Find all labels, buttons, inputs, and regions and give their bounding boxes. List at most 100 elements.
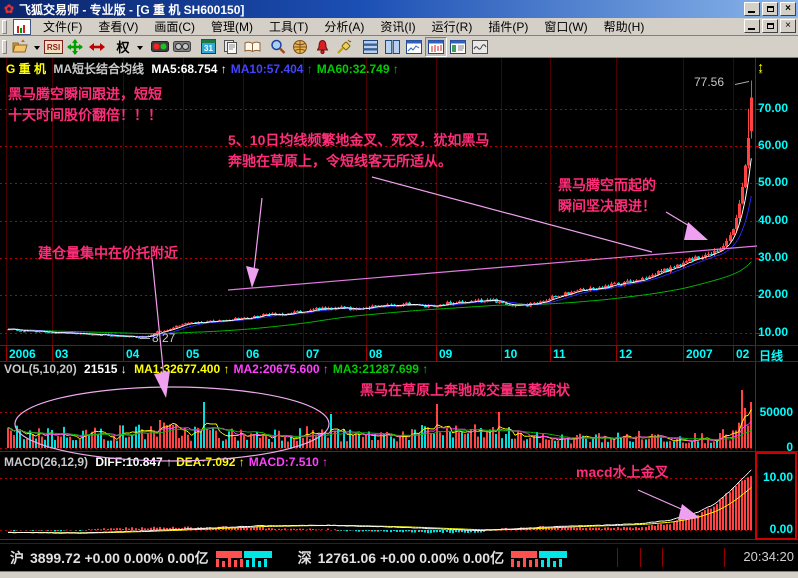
shenzhen-label: 深 bbox=[298, 548, 312, 568]
annotation-volume-shrink: 黑马在草原上奔驰成交量呈萎缩状 bbox=[360, 380, 570, 401]
shenzhen-values: 12761.06 +0.00 0.00% 0.00亿 bbox=[318, 548, 504, 568]
rights-dropdown-button[interactable] bbox=[134, 37, 145, 57]
shanghai-minibars bbox=[216, 550, 274, 567]
open-folder-button[interactable] bbox=[9, 37, 31, 57]
open-book-button[interactable] bbox=[241, 37, 263, 57]
x-grid-tick bbox=[243, 346, 244, 361]
search-magnifier-button[interactable] bbox=[267, 37, 289, 57]
price-axis-tick bbox=[755, 146, 760, 147]
horizontal-scale-button[interactable] bbox=[86, 37, 108, 57]
menu-item-1[interactable]: 查看(V) bbox=[90, 17, 146, 36]
child-restore-button[interactable] bbox=[762, 19, 778, 33]
index-bar bbox=[216, 559, 219, 567]
scale-toggle-icon[interactable]: ↨ bbox=[757, 59, 764, 75]
menu-item-6[interactable]: 资讯(I) bbox=[372, 17, 423, 36]
rsi-indicator-button[interactable]: RSI bbox=[42, 37, 64, 57]
index-bar bbox=[228, 558, 231, 567]
volume-axis-label: 0 bbox=[756, 440, 793, 454]
plug-connector-button[interactable] bbox=[333, 37, 355, 57]
index-bar bbox=[258, 561, 261, 567]
vol-indicator-name: VOL(5,10,20) bbox=[4, 362, 77, 376]
x-grid-tick bbox=[550, 346, 551, 361]
status-bar: 沪 3899.72 +0.00 0.00% 0.00亿 深 12761.06 +… bbox=[0, 545, 798, 571]
menu-item-2[interactable]: 画面(C) bbox=[146, 17, 203, 36]
x-grid-tick bbox=[501, 346, 502, 361]
copy-pages-button[interactable] bbox=[219, 37, 241, 57]
restore-icon bbox=[767, 23, 774, 29]
record-circles-button[interactable] bbox=[171, 37, 193, 57]
index-bar bbox=[535, 559, 538, 567]
indicator-value: DEA:7.092 ↑ bbox=[176, 455, 245, 469]
macd-axis-label: 10.00 bbox=[756, 470, 793, 484]
high-price-label: 77.56 bbox=[694, 75, 724, 89]
menu-item-4[interactable]: 工具(T) bbox=[261, 17, 316, 36]
index-bar bbox=[234, 560, 237, 567]
indicator-value: MA3:21287.699 ↑ bbox=[333, 362, 428, 376]
child-close-button[interactable]: × bbox=[780, 19, 796, 33]
stock-symbol: G 重 机 bbox=[6, 62, 46, 76]
open-dropdown-button[interactable] bbox=[31, 37, 42, 57]
price-axis-label: 40.00 bbox=[758, 213, 788, 227]
x-grid-tick bbox=[183, 346, 184, 361]
child-minimize-button[interactable] bbox=[744, 19, 760, 33]
menu-item-10[interactable]: 帮助(H) bbox=[596, 17, 653, 36]
tools-globe-button[interactable] bbox=[289, 37, 311, 57]
x-grid-tick bbox=[436, 346, 437, 361]
indicator-name: MA短长结合均线 bbox=[53, 62, 144, 76]
window-info-button[interactable] bbox=[447, 37, 469, 57]
x-grid-tick bbox=[123, 346, 124, 361]
volume-axis-label: 50000 bbox=[756, 405, 793, 419]
annotation-breakout-follow: 黑马腾空瞬间跟进，短短 十天时间股价翻倍！！！ bbox=[8, 84, 162, 126]
x-axis-label: 2007 bbox=[686, 347, 713, 361]
menu-item-7[interactable]: 运行(R) bbox=[424, 17, 481, 36]
macd-axis-label: 0.00 bbox=[756, 522, 793, 536]
toolbar-grip[interactable] bbox=[2, 40, 7, 54]
document-icon[interactable] bbox=[13, 19, 31, 35]
x-axis-row: 200603040506070809101112200702日线 bbox=[0, 345, 798, 362]
price-axis-label: 10.00 bbox=[758, 325, 788, 339]
tile-horizontal-button[interactable] bbox=[359, 37, 381, 57]
menu-bar: 文件(F)查看(V)画面(C)管理(M)工具(T)分析(A)资讯(I)运行(R)… bbox=[0, 18, 798, 36]
menu-item-9[interactable]: 窗口(W) bbox=[536, 17, 595, 36]
menu-item-8[interactable]: 插件(P) bbox=[480, 17, 536, 36]
annotation-follow-instantly: 黑马腾空而起的 瞬间坚决跟进！ bbox=[558, 175, 656, 217]
x-axis-label: 11 bbox=[553, 347, 566, 361]
menu-item-0[interactable]: 文件(F) bbox=[35, 17, 90, 36]
index-bar bbox=[523, 558, 526, 567]
index-bar bbox=[517, 561, 520, 567]
close-button[interactable]: × bbox=[780, 2, 796, 16]
window-chart-button[interactable] bbox=[403, 37, 425, 57]
x-grid-tick bbox=[733, 346, 734, 361]
x-axis-label: 04 bbox=[126, 347, 139, 361]
price-axis-label: 60.00 bbox=[758, 138, 788, 152]
tile-vertical-button[interactable] bbox=[381, 37, 403, 57]
rights-adjust-button[interactable]: 权 bbox=[112, 37, 134, 57]
menu-item-3[interactable]: 管理(M) bbox=[203, 17, 261, 36]
x-grid-tick bbox=[366, 346, 367, 361]
status-separator bbox=[724, 548, 725, 567]
restore-button[interactable] bbox=[762, 2, 778, 16]
pane-separator-bottom bbox=[0, 539, 798, 540]
indicator-value: MA10:57.404 ↑ bbox=[231, 62, 313, 76]
shenzhen-minibars bbox=[511, 550, 569, 567]
price-axis-label: 20.00 bbox=[758, 287, 788, 301]
main-chart-header: G 重 机 MA短长结合均线 MA5:68.754 ↑MA10:57.404 ↑… bbox=[6, 60, 407, 77]
minimize-button[interactable] bbox=[744, 2, 760, 16]
menubar-grip[interactable] bbox=[2, 20, 7, 34]
calendar-button[interactable]: 31 bbox=[197, 37, 219, 57]
title-bar[interactable]: ✿ 飞狐交易师 - 专业版 - [G 重 机 SH600150] × bbox=[0, 0, 798, 18]
index-bar bbox=[264, 559, 267, 567]
menu-item-5[interactable]: 分析(A) bbox=[316, 17, 372, 36]
status-separator bbox=[662, 548, 663, 567]
minimize-icon bbox=[748, 11, 755, 13]
x-axis-label: 02 bbox=[736, 347, 749, 361]
traffic-light-button[interactable] bbox=[149, 37, 171, 57]
restore-icon bbox=[767, 6, 774, 12]
period-label[interactable]: 日线 bbox=[759, 347, 783, 364]
window-wave-button[interactable] bbox=[469, 37, 491, 57]
window-kline-button[interactable] bbox=[425, 37, 447, 57]
indicator-value: MACD:7.510 ↑ bbox=[249, 455, 328, 469]
move-cross-button[interactable] bbox=[64, 37, 86, 57]
alarm-bell-button[interactable] bbox=[311, 37, 333, 57]
index-bar bbox=[541, 560, 544, 567]
